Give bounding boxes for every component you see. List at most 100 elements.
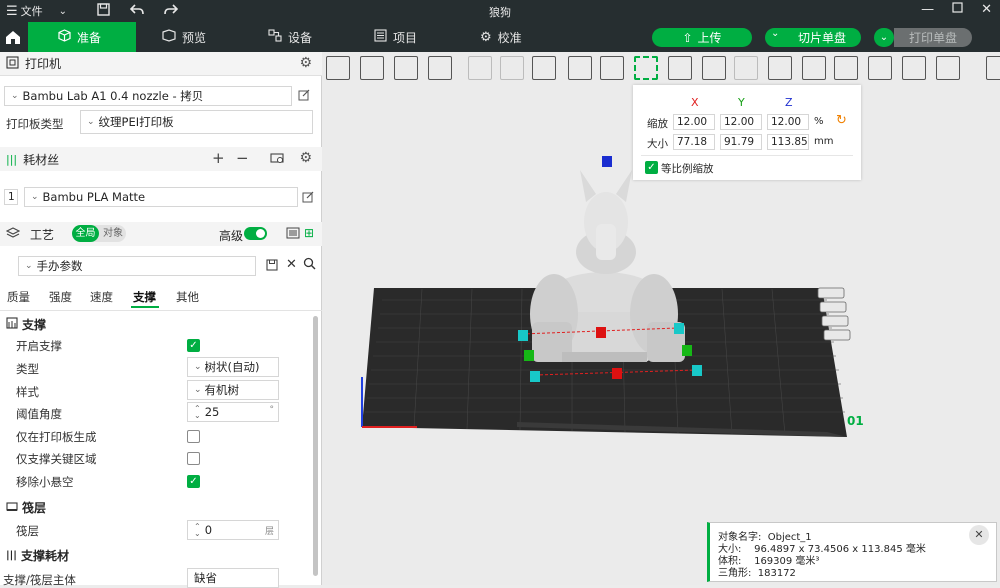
home-icon — [6, 30, 20, 44]
filament-icon: ||| — [6, 152, 18, 166]
tab-project[interactable]: 项目 — [350, 22, 450, 52]
support-type-select[interactable]: ⌄ 树状(自动) — [187, 357, 279, 377]
support-base-select[interactable]: 缺省 — [187, 568, 279, 588]
project-icon — [374, 29, 387, 45]
process-section-header: 工艺 全局 对象 高级 ⊞ — [0, 222, 322, 246]
slice-label: 切片单盘 — [797, 31, 846, 45]
raft-layers-label: 筏层 — [16, 524, 39, 538]
add-icon[interactable]: + — [212, 149, 225, 167]
save-icon[interactable] — [266, 259, 278, 274]
upload-button[interactable]: ⇧ 上传 — [652, 28, 752, 47]
edit-icon[interactable] — [302, 191, 314, 206]
minimize-icon[interactable]: — — [921, 2, 934, 17]
enable-support-checkbox[interactable]: ✓ — [187, 339, 200, 352]
tab-support[interactable]: 支撑 — [133, 289, 156, 305]
remove-icon[interactable]: − — [236, 149, 249, 167]
raft-layers-spinner[interactable]: ⌃ ⌄ 0 层 — [187, 520, 279, 540]
global-object-toggle[interactable]: 全局 对象 — [72, 225, 126, 242]
advanced-toggle[interactable] — [244, 227, 267, 240]
sync-icon[interactable] — [270, 152, 284, 167]
tab-prepare[interactable]: 准备 — [28, 22, 136, 52]
close-icon[interactable]: ✕ — [981, 2, 992, 17]
sidebar-scrollbar[interactable] — [313, 316, 318, 576]
tab-label: 预览 — [182, 30, 207, 45]
close-icon[interactable]: ✕ — [969, 525, 989, 545]
threshold-unit: ° — [269, 405, 275, 415]
scale-x-input[interactable]: 12.00 — [673, 114, 715, 130]
tab-device[interactable]: 设备 — [244, 22, 344, 52]
plate-type-select[interactable]: ⌄ 纹理PEI打印板 — [80, 110, 313, 134]
chevron-down-icon: ⌄ — [194, 362, 202, 372]
size-x-input[interactable]: 77.18 — [673, 134, 715, 150]
size-y-input[interactable]: 91.79 — [720, 134, 762, 150]
scale-col-y: Y — [738, 96, 745, 109]
main-tab-bar: 准备 预览 设备 项目 ⚙ 校准 ⇧ 上传 ⌄ 切片单盘 ⌄ 打印单盘 — [0, 22, 1000, 52]
spinner-icon[interactable]: ⌃ ⌄ — [194, 405, 201, 420]
support-type-label: 类型 — [16, 362, 39, 376]
tab-strength[interactable]: 强度 — [49, 289, 72, 305]
layers-icon — [5, 226, 21, 242]
gear-icon[interactable]: ⚙ — [299, 55, 312, 71]
printer-icon — [6, 55, 19, 72]
active-tab-underline — [131, 306, 159, 308]
threshold-angle-spinner[interactable]: ⌃ ⌄ 25 ° — [187, 402, 279, 422]
plate-only-checkbox[interactable] — [187, 430, 200, 443]
spinner-icon[interactable]: ⌃ ⌄ — [194, 523, 201, 538]
process-preset-value: 手办参数 — [36, 259, 83, 273]
process-preset-select[interactable]: ⌄ 手办参数 — [18, 256, 256, 276]
cube-icon — [58, 29, 71, 45]
gear-icon[interactable]: ⚙ — [299, 150, 312, 166]
filament-slot-number: 1 — [4, 189, 18, 205]
remove-small-checkbox[interactable]: ✓ — [187, 475, 200, 488]
support-style-value: 有机树 — [204, 383, 240, 397]
support-section-title: 支撑 — [22, 317, 47, 332]
title-bar: ☰ 文件 ⌄ 狼狗 — ✕ — [0, 0, 1000, 22]
print-dropdown-button[interactable]: ⌄ — [874, 28, 894, 47]
3d-viewport[interactable]: 01 X Y Z 缩放 12.00 12.00 12.00 % ↻ 大小 77.… — [322, 52, 1000, 585]
printer-preset-select[interactable]: ⌄ Bambu Lab A1 0.4 nozzle - 拷贝 — [4, 86, 292, 106]
tab-calibration[interactable]: ⚙ 校准 — [456, 22, 556, 52]
support-base-label: 支撑/筏层主体 — [3, 573, 76, 587]
upload-label: 上传 — [697, 31, 722, 45]
size-unit: mm — [814, 136, 834, 147]
scale-col-x: X — [691, 96, 699, 109]
scale-y-input[interactable]: 12.00 — [720, 114, 762, 130]
size-z-input[interactable]: 113.85 — [767, 134, 809, 150]
chevron-down-icon: ⌄ — [25, 261, 33, 271]
tab-preview[interactable]: 预览 — [138, 22, 238, 52]
toggle-global[interactable]: 全局 — [72, 225, 99, 242]
raft-section-title: 筏层 — [22, 500, 47, 515]
filament-value: Bambu PLA Matte — [42, 190, 146, 204]
tab-quality[interactable]: 质量 — [7, 289, 30, 305]
support-style-select[interactable]: ⌄ 有机树 — [187, 380, 279, 400]
printer-section-title: 打印机 — [25, 57, 62, 71]
tab-label: 校准 — [497, 30, 522, 45]
tab-speed[interactable]: 速度 — [90, 289, 113, 305]
list-icon[interactable] — [286, 227, 300, 242]
reset-icon[interactable]: ↻ — [836, 113, 847, 128]
tab-label: 准备 — [77, 30, 102, 45]
close-icon[interactable]: ✕ — [286, 257, 297, 272]
settings-sidebar: 打印机 ⚙ ⌄ Bambu Lab A1 0.4 nozzle - 拷贝 打印板… — [0, 52, 322, 588]
tab-other[interactable]: 其他 — [176, 289, 199, 305]
scale-divider — [641, 155, 853, 156]
scale-z-input[interactable]: 12.00 — [767, 114, 809, 130]
print-plate-button[interactable]: 打印单盘 — [894, 28, 972, 47]
printer-preset-value: Bambu Lab A1 0.4 nozzle - 拷贝 — [22, 89, 204, 103]
plate-type-label: 打印板类型 — [6, 117, 64, 131]
chevron-down-icon: ⌄ — [31, 192, 39, 202]
search-icon[interactable] — [303, 257, 316, 273]
uniform-scale-checkbox[interactable]: ✓ — [645, 161, 658, 174]
filament-select[interactable]: ⌄ Bambu PLA Matte — [24, 187, 298, 207]
chevron-down-icon: ⌄ — [879, 32, 889, 43]
chevron-down-icon[interactable]: ⌄ — [771, 28, 779, 39]
toggle-object[interactable]: 对象 — [100, 225, 126, 242]
edit-icon[interactable] — [298, 89, 310, 104]
object-triangles-line: 三角形: 183172 — [718, 568, 796, 579]
critical-only-checkbox[interactable] — [187, 452, 200, 465]
compare-icon[interactable]: ⊞ — [304, 226, 314, 240]
home-button[interactable] — [0, 22, 26, 52]
slice-plate-button[interactable]: ⌄ 切片单盘 — [765, 28, 861, 47]
support-filament-section-title: 支撑耗材 — [20, 548, 69, 563]
maximize-icon[interactable] — [952, 2, 963, 17]
